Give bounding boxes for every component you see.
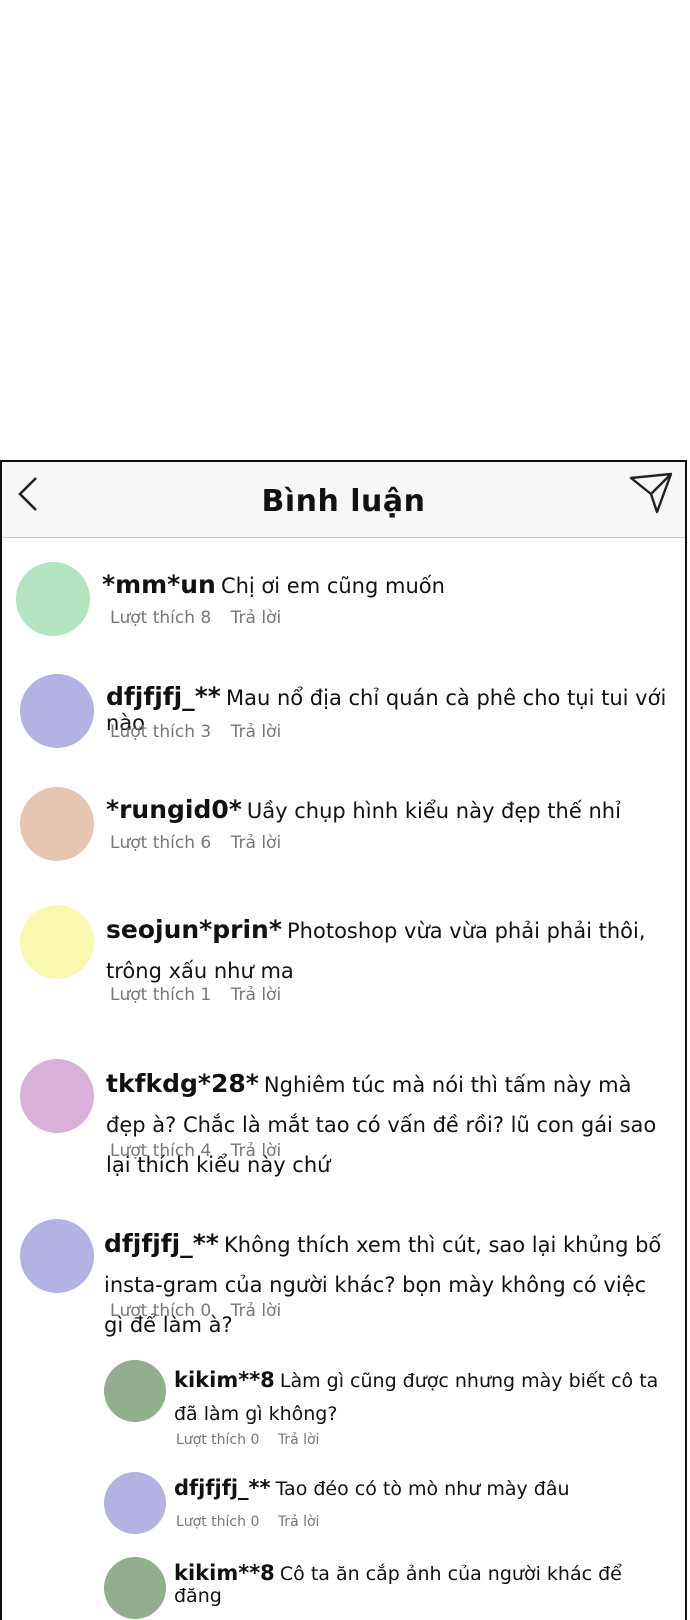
avatar: [104, 1557, 166, 1619]
comment-text: Uầy chụp hình kiểu này đẹp thế nhỉ: [246, 799, 621, 823]
reply-link[interactable]: Trả lời: [278, 1432, 320, 1448]
avatar: [16, 562, 90, 636]
reply-link[interactable]: Trả lời: [231, 608, 282, 628]
reply-link[interactable]: Trả lời: [231, 833, 282, 853]
comment-username[interactable]: dfjfjfj_**: [104, 1229, 219, 1258]
reply-link[interactable]: Trả lời: [231, 985, 282, 1005]
avatar: [104, 1360, 166, 1422]
avatar: [20, 905, 94, 979]
comment-username[interactable]: kikim**8: [174, 1561, 275, 1585]
reply-link[interactable]: Trả lời: [231, 1301, 282, 1321]
like-count[interactable]: Lượt thích 4: [110, 1141, 211, 1161]
like-count[interactable]: Lượt thích 0: [176, 1514, 259, 1530]
like-count[interactable]: Lượt thích 6: [110, 833, 211, 853]
comment-username[interactable]: dfjfjfj_**: [174, 1476, 271, 1500]
reply-link[interactable]: Trả lời: [231, 722, 282, 742]
avatar: [20, 1059, 94, 1133]
avatar: [20, 674, 94, 748]
avatar: [20, 1219, 94, 1293]
comment-text: Tao đéo có tò mò như mày đâu: [275, 1478, 570, 1500]
comment-username[interactable]: *mm*un: [102, 570, 216, 599]
comment-username[interactable]: seojun*prin*: [106, 915, 282, 944]
comment-username[interactable]: kikim**8: [174, 1368, 275, 1392]
like-count[interactable]: Lượt thích 0: [176, 1432, 259, 1448]
comment-username[interactable]: tkfkdg*28*: [106, 1069, 259, 1098]
comment-username[interactable]: dfjfjfj_**: [106, 682, 221, 711]
avatar: [104, 1472, 166, 1534]
reply-link[interactable]: Trả lời: [231, 1141, 282, 1161]
like-count[interactable]: Lượt thích 0: [110, 1301, 211, 1321]
send-icon[interactable]: [627, 470, 675, 518]
comment-username[interactable]: *rungid0*: [106, 795, 242, 824]
page-title: Bình luận: [261, 484, 426, 519]
like-count[interactable]: Lượt thích 3: [110, 722, 211, 742]
like-count[interactable]: Lượt thích 8: [110, 608, 211, 628]
comments-panel: Bình luận *mm*un Chị ơi em cũng muốn Lượ…: [0, 460, 687, 1620]
comment-text: Chị ơi em cũng muốn: [220, 574, 445, 598]
header-bar: Bình luận: [2, 462, 685, 538]
reply-link[interactable]: Trả lời: [278, 1514, 320, 1530]
avatar: [20, 787, 94, 861]
like-count[interactable]: Lượt thích 1: [110, 985, 211, 1005]
